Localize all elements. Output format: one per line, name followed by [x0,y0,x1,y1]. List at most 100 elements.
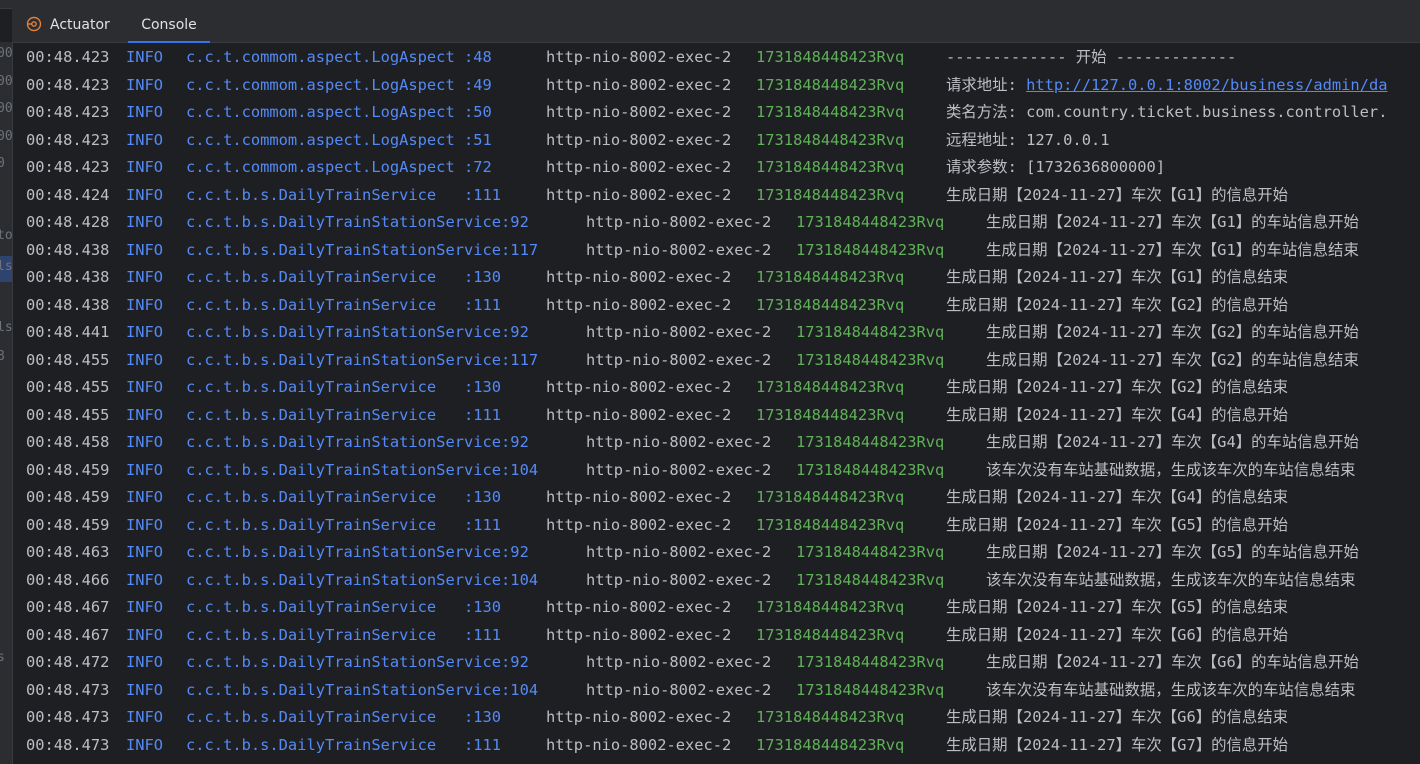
log-level: INFO [126,75,164,94]
log-logger: c.c.t.commom.aspect.LogAspect :51 [186,130,502,149]
log-level: INFO [126,350,164,369]
log-message: 生成日期【2024-11-27】车次【G1】的信息开始 [946,185,1289,204]
log-trace-id: 1731848448423Rvq [756,295,905,314]
gutter-fragment: 8 [0,349,5,364]
log-thread: http-nio-8002-exec-2 [586,323,772,341]
log-message: 生成日期【2024-11-27】车次【G1】的车站信息开始 [986,213,1359,231]
log-thread: http-nio-8002-exec-2 [546,75,732,94]
log-thread: http-nio-8002-exec-2 [586,653,772,671]
log-trace-id: 1731848448423Rvq [756,598,905,616]
log-message: 生成日期【2024-11-27】车次【G1】的信息结束 [946,268,1289,286]
log-logger: c.c.t.b.s.DailyTrainStationService:104 [186,570,539,589]
log-trace-id: 1731848448423Rvq [796,460,945,479]
log-time: 00:48.473 [26,708,110,726]
log-thread: http-nio-8002-exec-2 [586,433,772,451]
log-trace-id: 1731848448423Rvq [756,75,905,94]
log-logger: c.c.t.commom.aspect.LogAspect :72 [186,158,502,176]
log-thread: http-nio-8002-exec-2 [546,158,732,176]
log-message: 生成日期【2024-11-27】车次【G5】的车站信息开始 [986,543,1359,561]
log-level: INFO [126,543,164,561]
log-message: 生成日期【2024-11-27】车次【G5】的信息开始 [946,515,1289,534]
log-message: 生成日期【2024-11-27】车次【G6】的信息结束 [946,708,1289,726]
log-level: INFO [126,625,164,644]
log-logger: c.c.t.b.s.DailyTrainStationService:92 [186,653,539,671]
log-trace-id: 1731848448423Rvq [756,48,905,66]
log-level: INFO [126,103,164,121]
log-level: INFO [126,515,164,534]
actuator-icon [26,16,42,32]
log-time: 00:48.455 [26,350,110,369]
log-message: 生成日期【2024-11-27】车次【G2】的车站信息结束 [986,350,1359,369]
log-message: 该车次没有车站基础数据，生成该车次的车站信息结束 [986,460,1356,479]
gutter-fragment: ls [0,320,13,335]
log-level: INFO [126,158,164,176]
log-time: 00:48.423 [26,103,110,121]
log-thread: http-nio-8002-exec-2 [546,130,732,149]
tab-console[interactable]: Console [128,8,210,43]
console-output[interactable]: 00:48.423 INFO c.c.t.commom.aspect.LogAspe… [13,44,1420,764]
log-message: 该车次没有车站基础数据，生成该车次的车站信息结束 [986,570,1356,589]
log-message: 生成日期【2024-11-27】车次【G2】的信息开始 [946,295,1289,314]
log-message: 请求地址: http://127.0.0.1:8002/business/adm… [946,72,1387,99]
log-time: 00:48.455 [26,378,110,396]
tab-actuator[interactable]: Actuator [26,8,110,42]
log-trace-id: 1731848448423Rvq [756,405,905,424]
log-level: INFO [126,488,164,506]
log-thread: http-nio-8002-exec-2 [586,213,772,231]
log-thread: http-nio-8002-exec-2 [546,295,732,314]
gutter-fragment: 0 [0,156,5,171]
log-time: 00:48.459 [26,515,110,534]
gutter-fragment: 00 [0,74,13,89]
log-message: 生成日期【2024-11-27】车次【G7】的信息开始 [946,735,1289,754]
log-time: 00:48.473 [26,735,110,754]
log-level: INFO [126,130,164,149]
log-level: INFO [126,433,164,451]
log-message-label: 请求地址: [946,75,1027,94]
log-logger: c.c.t.b.s.DailyTrainService :111 [186,735,502,754]
request-url-link[interactable]: http://127.0.0.1:8002/business/admin/da [1026,76,1387,94]
log-level: INFO [126,735,164,754]
log-trace-id: 1731848448423Rvq [756,378,905,396]
tab-console-label: Console [141,17,197,33]
gutter-fragment: ls [0,259,13,274]
log-thread: http-nio-8002-exec-2 [546,405,732,424]
log-level: INFO [126,460,164,479]
log-time: 00:48.458 [26,433,110,451]
tool-window-tab-bar: Actuator Console [12,8,1420,43]
log-trace-id: 1731848448423Rvq [796,680,945,699]
log-time: 00:48.438 [26,240,110,259]
gutter-fragment: to [0,228,13,243]
log-thread: http-nio-8002-exec-2 [586,350,772,369]
log-level: INFO [126,378,164,396]
log-level: INFO [126,653,164,671]
log-message: 该车次没有车站基础数据，生成该车次的车站信息结束 [986,680,1356,699]
log-logger: c.c.t.b.s.DailyTrainStationService:92 [186,543,539,561]
log-time: 00:48.455 [26,405,110,424]
log-thread: http-nio-8002-exec-2 [546,735,732,754]
log-time: 00:48.438 [26,295,110,314]
log-thread: http-nio-8002-exec-2 [546,598,732,616]
log-trace-id: 1731848448423Rvq [796,323,945,341]
log-message: 生成日期【2024-11-27】车次【G2】的信息结束 [946,378,1289,396]
log-logger: c.c.t.b.s.DailyTrainService :111 [186,625,502,644]
log-thread: http-nio-8002-exec-2 [546,488,732,506]
log-trace-id: 1731848448423Rvq [756,130,905,149]
log-thread: http-nio-8002-exec-2 [586,680,772,699]
log-thread: http-nio-8002-exec-2 [546,515,732,534]
log-trace-id: 1731848448423Rvq [756,515,905,534]
log-message: 生成日期【2024-11-27】车次【G1】的车站信息结束 [986,240,1359,259]
log-logger: c.c.t.b.s.DailyTrainService :130 [186,268,502,286]
log-time: 00:48.424 [26,185,110,204]
log-logger: c.c.t.b.s.DailyTrainStationService:92 [186,213,539,231]
log-time: 00:48.441 [26,323,110,341]
log-trace-id: 1731848448423Rvq [756,488,905,506]
log-trace-id: 1731848448423Rvq [756,103,905,121]
log-level: INFO [126,295,164,314]
log-logger: c.c.t.b.s.DailyTrainStationService:117 [186,240,539,259]
log-time: 00:48.463 [26,543,110,561]
log-level: INFO [126,708,164,726]
log-message: 请求参数: [1732636800000] [946,158,1166,176]
log-thread: http-nio-8002-exec-2 [546,48,732,66]
active-tab-indicator [128,41,210,43]
log-thread: http-nio-8002-exec-2 [586,543,772,561]
